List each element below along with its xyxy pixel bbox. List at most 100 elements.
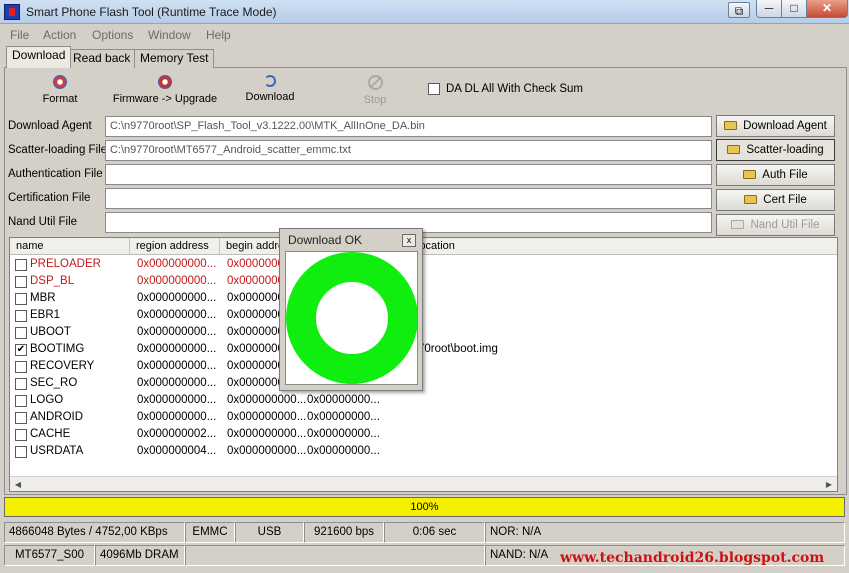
column-region-address[interactable]: region address: [130, 238, 220, 255]
menu-file[interactable]: File: [10, 28, 29, 42]
nand-util-button[interactable]: Nand Util File: [716, 214, 835, 236]
partition-name: USRDATA: [30, 445, 84, 457]
table-row[interactable]: UBOOT 0x000000000... 0x0000000: [10, 324, 837, 341]
region-address: 0x000000000...: [137, 394, 217, 406]
dialog-close-button[interactable]: x: [402, 234, 416, 247]
table-row[interactable]: DSP_BL 0x000000000... 0x0000000: [10, 273, 837, 290]
format-button[interactable]: Format: [40, 75, 80, 105]
progress-bar: 100%: [4, 497, 845, 517]
checksum-checkbox[interactable]: [428, 83, 440, 95]
table-row[interactable]: ✔ BOOTIMG 0x000000000... 0x0000000 70root\bo…: [10, 341, 837, 358]
status-chip: MT6577_S00: [4, 545, 95, 566]
partition-name: MBR: [30, 292, 56, 304]
table-row[interactable]: LOGO 0x000000000... 0x000000000... 0x000000…: [10, 392, 837, 409]
download-button[interactable]: Download: [242, 75, 298, 103]
scatter-loading-field[interactable]: C:\n9770root\MT6577_Android_scatter_emmc…: [105, 140, 712, 161]
dialog-body: [285, 251, 418, 385]
partition-name: EBR1: [30, 309, 61, 321]
dialog-title: Download OK: [288, 233, 363, 247]
region-address: 0x000000000...: [137, 275, 217, 287]
firmware-upgrade-label: Firmware -> Upgrade: [112, 93, 218, 105]
status-baud: 921600 bps: [304, 522, 384, 543]
cert-file-button-label: Cert File: [763, 194, 807, 206]
scatter-loading-button-label: Scatter-loading: [746, 144, 824, 156]
scroll-left-icon[interactable]: ◀: [10, 477, 26, 491]
folder-icon: [731, 220, 745, 229]
table-row[interactable]: SEC_RO 0x000000000... 0x0000000: [10, 375, 837, 392]
begin-address: 0x0000000: [227, 258, 284, 270]
region-address: 0x000000000...: [137, 258, 217, 270]
scatter-loading-button[interactable]: Scatter-loading: [716, 139, 835, 161]
column-location[interactable]: location: [411, 238, 837, 255]
table-row[interactable]: ANDROID 0x000000000... 0x000000000... 0x000…: [10, 409, 837, 426]
cert-file-field[interactable]: [105, 188, 712, 209]
column-name[interactable]: name: [10, 238, 130, 255]
row-checkbox[interactable]: [15, 361, 27, 373]
begin-address: 0x0000000: [227, 360, 284, 372]
table-row[interactable]: USRDATA 0x000000004... 0x000000000... 0x000…: [10, 443, 837, 460]
begin-address: 0x000000000...: [227, 411, 307, 423]
row-checkbox[interactable]: ✔: [15, 344, 27, 356]
begin-address: 0x0000000: [227, 326, 284, 338]
close-button[interactable]: ✕: [806, 0, 848, 18]
partition-list: name region address begin address locati…: [9, 237, 838, 492]
table-row[interactable]: MBR 0x000000000... 0x0000000: [10, 290, 837, 307]
begin-address: 0x000000000...: [227, 394, 307, 406]
folder-icon: [727, 145, 741, 154]
download-agent-button[interactable]: Download Agent: [716, 115, 835, 137]
nand-util-button-label: Nand Util File: [750, 219, 820, 231]
tab-read-back[interactable]: Read back: [67, 49, 137, 68]
format-icon: [53, 75, 67, 89]
maximize-button[interactable]: □: [781, 0, 807, 18]
row-checkbox[interactable]: [15, 446, 27, 458]
auth-file-field[interactable]: [105, 164, 712, 185]
end-address: 0x00000000...: [307, 394, 380, 406]
horizontal-scrollbar[interactable]: ◀ ▶: [10, 476, 837, 491]
row-checkbox[interactable]: [15, 412, 27, 424]
scroll-right-icon[interactable]: ▶: [821, 477, 837, 491]
menu-action[interactable]: Action: [43, 28, 76, 42]
auth-file-button[interactable]: Auth File: [716, 164, 835, 186]
partition-name: DSP_BL: [30, 275, 75, 287]
status-port: USB: [235, 522, 304, 543]
menu-options[interactable]: Options: [92, 28, 133, 42]
row-checkbox[interactable]: [15, 429, 27, 441]
status-nor: NOR: N/A: [485, 522, 845, 543]
row-checkbox[interactable]: [15, 395, 27, 407]
table-row[interactable]: RECOVERY 0x000000000... 0x0000000: [10, 358, 837, 375]
format-label: Format: [42, 93, 78, 105]
folder-icon: [724, 121, 738, 130]
folder-icon: [743, 170, 757, 179]
partition-name: UBOOT: [30, 326, 71, 338]
menu-window[interactable]: Window: [148, 28, 191, 42]
minimize-button[interactable]: ─: [756, 0, 782, 18]
partition-name: ANDROID: [30, 411, 84, 423]
row-checkbox[interactable]: [15, 310, 27, 322]
tab-memory-test[interactable]: Memory Test: [134, 49, 215, 68]
row-checkbox[interactable]: [15, 293, 27, 305]
scatter-loading-label: Scatter-loading File: [8, 144, 108, 156]
partition-name: RECOVERY: [30, 360, 95, 372]
watermark: www.techandroid26.blogspot.com: [560, 550, 825, 566]
row-checkbox[interactable]: [15, 276, 27, 288]
end-address: 0x00000000...: [307, 428, 380, 440]
menu-help[interactable]: Help: [206, 28, 231, 42]
checksum-label: DA DL All With Check Sum: [446, 83, 583, 95]
restore-layout-icon[interactable]: ⧉: [728, 2, 750, 18]
row-checkbox[interactable]: [15, 378, 27, 390]
stop-button[interactable]: Stop: [357, 75, 393, 106]
tab-download[interactable]: Download: [6, 46, 72, 68]
table-row[interactable]: PRELOADER 0x000000000... 0x0000000: [10, 256, 837, 273]
table-row[interactable]: EBR1 0x000000000... 0x0000000: [10, 307, 837, 324]
download-agent-field[interactable]: C:\n9770root\SP_Flash_Tool_v3.1222.00\MT…: [105, 116, 712, 137]
region-address: 0x000000000...: [137, 411, 217, 423]
status-storage: EMMC: [185, 522, 235, 543]
end-address: 0x00000000...: [307, 445, 380, 457]
end-address: 0x00000000...: [307, 411, 380, 423]
firmware-upgrade-button[interactable]: Firmware -> Upgrade: [112, 75, 218, 105]
row-checkbox[interactable]: [15, 327, 27, 339]
table-row[interactable]: CACHE 0x000000002... 0x000000000... 0x00000…: [10, 426, 837, 443]
begin-address: 0x0000000: [227, 275, 284, 287]
cert-file-button[interactable]: Cert File: [716, 189, 835, 211]
row-checkbox[interactable]: [15, 259, 27, 271]
